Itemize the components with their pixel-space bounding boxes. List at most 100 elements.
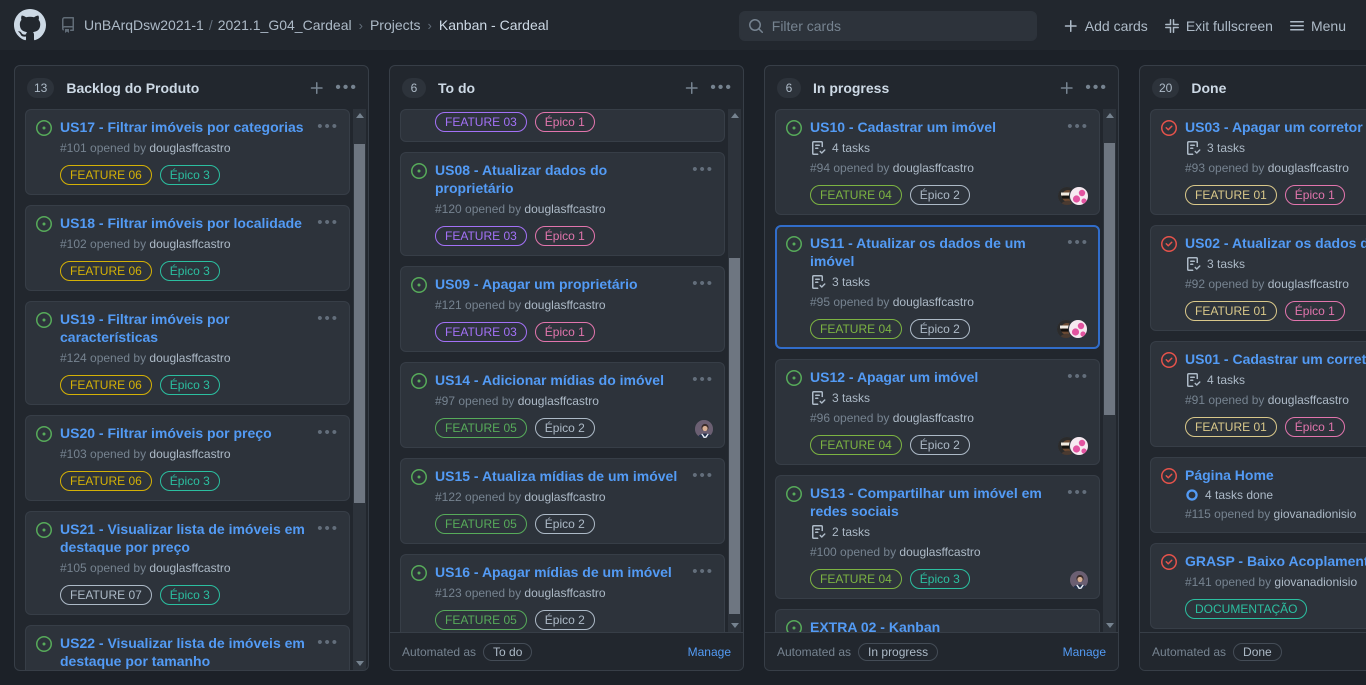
kanban-card[interactable]: US08 - Atualizar dados do proprietário ••… — [400, 152, 725, 256]
card-label[interactable]: Épico 1 — [1284, 185, 1345, 205]
card-label[interactable]: Épico 1 — [1284, 417, 1345, 437]
card-more-icon[interactable]: ••• — [692, 564, 714, 579]
menu-button[interactable]: Menu — [1281, 13, 1354, 39]
kanban-card[interactable]: FEATURE 03 Épico 1 — [400, 109, 725, 142]
card-label[interactable]: FEATURE 03 — [435, 322, 527, 342]
card-title[interactable]: US10 - Cadastrar um imóvel — [810, 118, 1067, 136]
avatar[interactable] — [694, 419, 714, 439]
card-label[interactable]: Épico 3 — [909, 569, 970, 589]
card-more-icon[interactable]: ••• — [692, 162, 714, 177]
kanban-card[interactable]: US18 - Filtrar imóveis por localidade •••… — [25, 205, 350, 291]
card-title[interactable]: US11 - Atualizar os dados de um imóvel — [810, 234, 1067, 270]
card-author[interactable]: douglasffcastro — [893, 295, 974, 309]
column-add-card-icon[interactable] — [309, 80, 325, 96]
card-author[interactable]: douglasffcastro — [1268, 161, 1349, 175]
scroll-down-arrow-icon[interactable] — [353, 657, 366, 670]
breadcrumb-projects[interactable]: Projects — [370, 17, 421, 33]
card-more-icon[interactable]: ••• — [1067, 119, 1089, 134]
card-more-icon[interactable]: ••• — [317, 311, 339, 326]
card-label[interactable]: FEATURE 07 — [60, 585, 152, 605]
card-more-icon[interactable]: ••• — [317, 215, 339, 230]
card-title[interactable]: US03 - Apagar um corretor — [1185, 118, 1366, 136]
card-title[interactable]: US08 - Atualizar dados do proprietário — [435, 161, 692, 197]
kanban-card[interactable]: EXTRA 02 - Kanban — [775, 609, 1100, 632]
avatar[interactable] — [1069, 436, 1089, 456]
kanban-card[interactable]: US09 - Apagar um proprietário ••• #121 ope… — [400, 266, 725, 352]
kanban-card[interactable]: US10 - Cadastrar um imóvel ••• 4 tasks #94 … — [775, 109, 1100, 215]
kanban-card[interactable]: US22 - Visualizar lista de imóveis em de… — [25, 625, 350, 670]
card-more-icon[interactable]: ••• — [1067, 485, 1089, 500]
card-label[interactable]: Épico 1 — [534, 322, 595, 342]
kanban-card[interactable]: US19 - Filtrar imóveis por característic… — [25, 301, 350, 405]
card-title[interactable]: US17 - Filtrar imóveis por categorias — [60, 118, 317, 136]
manage-link[interactable]: Manage — [688, 645, 731, 659]
card-author[interactable]: giovanadionisio — [1274, 575, 1357, 589]
card-author[interactable]: douglasffcastro — [149, 447, 230, 461]
scroll-down-arrow-icon[interactable] — [728, 619, 741, 632]
filter-cards-search[interactable] — [738, 10, 1037, 41]
column-cards-area[interactable]: FEATURE 03 Épico 1 US08 - Atualizar dados … — [390, 109, 743, 632]
card-title[interactable]: US15 - Atualiza mídias de um imóvel — [435, 467, 692, 485]
card-more-icon[interactable]: ••• — [1067, 369, 1089, 384]
card-label[interactable]: FEATURE 01 — [1185, 185, 1277, 205]
kanban-card[interactable]: US17 - Filtrar imóveis por categorias •••… — [25, 109, 350, 195]
card-label[interactable]: Épico 2 — [534, 514, 595, 534]
github-logo-icon[interactable] — [14, 9, 46, 41]
card-label[interactable]: Épico 2 — [909, 435, 970, 455]
card-label[interactable]: Épico 1 — [534, 112, 595, 132]
scrollbar-thumb[interactable] — [729, 257, 740, 614]
column-cards-area[interactable]: US03 - Apagar um corretor•••3 tasks#93 o… — [1140, 109, 1366, 632]
column-scrollbar[interactable] — [1103, 109, 1116, 632]
scroll-down-arrow-icon[interactable] — [1103, 619, 1116, 632]
card-more-icon[interactable]: ••• — [692, 468, 714, 483]
scroll-up-arrow-icon[interactable] — [1103, 109, 1116, 122]
column-more-icon[interactable]: ••• — [335, 79, 358, 95]
card-more-icon[interactable]: ••• — [317, 635, 339, 650]
card-author[interactable]: douglasffcastro — [518, 394, 599, 408]
card-author[interactable]: douglasffcastro — [524, 490, 605, 504]
card-author[interactable]: douglasffcastro — [149, 237, 230, 251]
kanban-card[interactable]: US21 - Visualizar lista de imóveis em de… — [25, 511, 350, 615]
avatar[interactable] — [1069, 186, 1089, 206]
card-label[interactable]: FEATURE 06 — [60, 165, 152, 185]
card-more-icon[interactable]: ••• — [692, 276, 714, 291]
card-more-icon[interactable]: ••• — [692, 372, 714, 387]
avatar[interactable] — [1069, 570, 1089, 590]
scroll-up-arrow-icon[interactable] — [353, 109, 366, 122]
card-author[interactable]: douglasffcastro — [1268, 277, 1349, 291]
card-label[interactable]: Épico 2 — [534, 610, 595, 630]
card-label[interactable]: FEATURE 01 — [1185, 417, 1277, 437]
card-title[interactable]: EXTRA 02 - Kanban — [810, 618, 1089, 632]
card-label[interactable]: Épico 1 — [1284, 301, 1345, 321]
breadcrumb-repo[interactable]: 2021.1_G04_Cardeal — [218, 17, 352, 33]
card-author[interactable]: douglasffcastro — [524, 298, 605, 312]
card-label[interactable]: FEATURE 04 — [810, 435, 902, 455]
card-label[interactable]: FEATURE 06 — [60, 375, 152, 395]
card-label[interactable]: FEATURE 03 — [435, 226, 527, 246]
card-label[interactable]: DOCUMENTAÇÃO — [1185, 599, 1308, 619]
card-label[interactable]: Épico 2 — [534, 418, 595, 438]
card-label[interactable]: Épico 3 — [159, 585, 220, 605]
scrollbar-thumb[interactable] — [354, 144, 365, 504]
column-scrollbar[interactable] — [353, 109, 366, 670]
kanban-card[interactable]: Página Home••• 4 tasks done #115 opened by… — [1150, 457, 1366, 533]
column-cards-area[interactable]: US10 - Cadastrar um imóvel ••• 4 tasks #94 … — [765, 109, 1118, 632]
scroll-up-arrow-icon[interactable] — [728, 109, 741, 122]
card-label[interactable]: FEATURE 03 — [435, 112, 527, 132]
manage-link[interactable]: Manage — [1063, 645, 1106, 659]
kanban-card[interactable]: US11 - Atualizar os dados de um imóvel ••… — [775, 225, 1100, 349]
kanban-card[interactable]: US03 - Apagar um corretor•••3 tasks#93 o… — [1150, 109, 1366, 215]
card-more-icon[interactable]: ••• — [317, 521, 339, 536]
card-title[interactable]: Página Home — [1185, 466, 1366, 484]
column-scrollbar[interactable] — [728, 109, 741, 632]
card-author[interactable]: douglasffcastro — [149, 351, 230, 365]
column-cards-area[interactable]: US17 - Filtrar imóveis por categorias •••… — [15, 109, 368, 670]
kanban-card[interactable]: US14 - Adicionar mídias do imóvel ••• #97 … — [400, 362, 725, 448]
card-label[interactable]: Épico 1 — [534, 226, 595, 246]
card-author[interactable]: douglasffcastro — [1268, 393, 1349, 407]
card-label[interactable]: FEATURE 04 — [810, 319, 902, 339]
card-author[interactable]: giovanadionisio — [1274, 507, 1357, 521]
card-title[interactable]: US19 - Filtrar imóveis por característic… — [60, 310, 317, 346]
kanban-card[interactable]: US01 - Cadastrar um corretor•••4 tasks#9… — [1150, 341, 1366, 447]
card-label[interactable]: FEATURE 05 — [435, 610, 527, 630]
